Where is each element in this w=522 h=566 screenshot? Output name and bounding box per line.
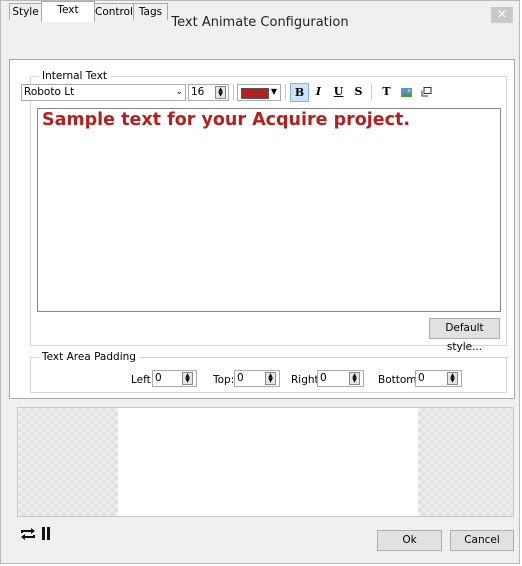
- repeat-icon[interactable]: [21, 528, 35, 540]
- padding-left-value: 0: [155, 372, 162, 384]
- internal-text-label: Internal Text: [39, 70, 111, 82]
- text-color-picker[interactable]: ▼: [237, 84, 281, 101]
- underline-button[interactable]: U: [329, 83, 348, 102]
- padding-right-spinner[interactable]: ▲ ▼: [349, 372, 360, 385]
- padding-top-label: Top:: [213, 374, 235, 386]
- padding-bottom-spinner[interactable]: ▲ ▼: [447, 372, 458, 385]
- padding-left-input[interactable]: 0 ▲ ▼: [152, 370, 197, 387]
- image-icon: [401, 88, 412, 97]
- padding-bottom-label: Bottom:: [378, 374, 421, 386]
- padding-left-label: Left:: [131, 374, 155, 386]
- tab-style[interactable]: Style: [9, 3, 42, 20]
- tab-tags[interactable]: Tags: [133, 3, 168, 20]
- dialog-window: Text Animate Configuration × Style Text …: [0, 0, 520, 564]
- default-style-button[interactable]: Default style...: [429, 318, 500, 353]
- toolbar-separator: [371, 84, 372, 100]
- padding-bottom-input[interactable]: 0 ▲ ▼: [415, 370, 462, 387]
- color-swatch: [241, 88, 269, 99]
- tab-text[interactable]: Text: [41, 1, 95, 22]
- text-box-icon: [421, 87, 432, 97]
- bold-button[interactable]: B: [290, 83, 309, 102]
- preview-area: [17, 407, 514, 517]
- padding-top-input[interactable]: 0 ▲ ▼: [234, 370, 280, 387]
- close-button[interactable]: ×: [491, 7, 513, 23]
- editor-text: Sample text for your Acquire project.: [42, 110, 411, 130]
- text-box-button[interactable]: [417, 83, 436, 102]
- padding-bottom-value: 0: [418, 372, 425, 384]
- tab-control[interactable]: Control: [94, 3, 134, 20]
- toolbar-separator: [233, 84, 234, 100]
- dropdown-arrow-icon: ▼: [270, 87, 277, 96]
- padding-left-spinner[interactable]: ▲ ▼: [182, 372, 193, 385]
- padding-top-value: 0: [237, 372, 244, 384]
- ok-button[interactable]: Ok: [377, 530, 442, 551]
- italic-button[interactable]: I: [309, 83, 328, 102]
- padding-right-value: 0: [320, 372, 327, 384]
- cancel-button[interactable]: Cancel: [450, 530, 514, 551]
- font-size-value: 16: [191, 86, 205, 98]
- preview-canvas: [118, 408, 418, 516]
- strikethrough-button[interactable]: S: [349, 83, 368, 102]
- toolbar-separator: [285, 84, 286, 100]
- pause-icon[interactable]: [42, 527, 50, 540]
- footer-bar: Ok Cancel: [1, 519, 519, 563]
- text-editor[interactable]: Sample text for your Acquire project.: [37, 108, 501, 312]
- image-button[interactable]: [397, 83, 416, 102]
- padding-top-spinner[interactable]: ▲ ▼: [265, 372, 276, 385]
- chevron-down-icon: ⌄: [175, 87, 183, 97]
- padding-right-input[interactable]: 0 ▲ ▼: [317, 370, 364, 387]
- font-family-select[interactable]: Roboto Lt ⌄: [21, 84, 186, 101]
- font-size-spinner[interactable]: ▲ ▼: [215, 86, 226, 99]
- font-family-value: Roboto Lt: [24, 86, 75, 98]
- font-settings-button[interactable]: T: [377, 83, 396, 102]
- text-area-padding-label: Text Area Padding: [39, 351, 139, 363]
- font-size-input[interactable]: 16 ▲ ▼: [188, 84, 229, 101]
